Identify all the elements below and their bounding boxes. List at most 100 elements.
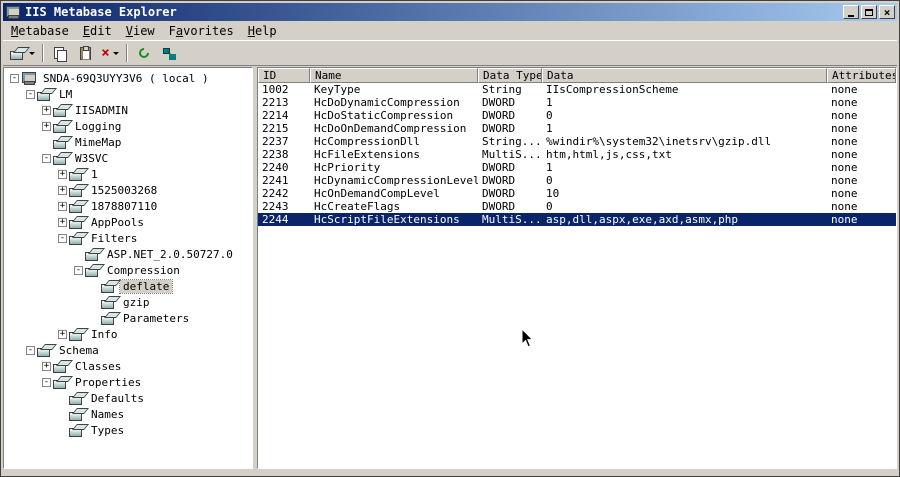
expander-box[interactable]: + xyxy=(58,201,67,211)
tree-item-label[interactable]: Classes xyxy=(72,360,124,373)
tree-item-mimemap[interactable]: MimeMap xyxy=(4,134,252,150)
expand-expander-icon[interactable]: + xyxy=(56,201,69,211)
collapse-expander-icon[interactable]: - xyxy=(40,153,53,163)
table-row-2214[interactable]: 2214 HcDoStaticCompression DWORD 0 none xyxy=(258,109,896,122)
expander-box[interactable]: + xyxy=(58,169,67,179)
table-row-2241[interactable]: 2241 HcDynamicCompressionLevel DWORD 0 none xyxy=(258,174,896,187)
expand-expander-icon[interactable]: + xyxy=(40,121,53,131)
tree-item-gzip[interactable]: gzip xyxy=(4,294,252,310)
expand-expander-icon[interactable]: + xyxy=(56,217,69,227)
expander-box[interactable]: + xyxy=(58,185,67,195)
tree-item-label[interactable]: 1525003268 xyxy=(88,184,160,197)
connections-button[interactable] xyxy=(157,42,181,64)
collapse-expander-icon[interactable]: - xyxy=(8,73,21,83)
title-bar[interactable]: IIS Metabase Explorer × xyxy=(3,3,897,21)
tree-item-info[interactable]: + Info xyxy=(4,326,252,342)
table-row-2242[interactable]: 2242 HcOnDemandCompLevel DWORD 10 none xyxy=(258,187,896,200)
collapse-expander-icon[interactable]: - xyxy=(40,377,53,387)
tree-item-defaults[interactable]: Defaults xyxy=(4,390,252,406)
expand-expander-icon[interactable]: + xyxy=(56,329,69,339)
expander-box[interactable]: + xyxy=(42,105,51,115)
tree-item-label[interactable]: Types xyxy=(88,424,127,437)
close-button[interactable]: × xyxy=(879,5,895,19)
column-header-id[interactable]: ID xyxy=(258,68,310,83)
expander-box[interactable]: + xyxy=(42,361,51,371)
collapse-expander-icon[interactable]: - xyxy=(72,265,85,275)
tree-item-label[interactable]: Properties xyxy=(72,376,144,389)
tree-item-classes[interactable]: + Classes xyxy=(4,358,252,374)
tree-item-filters[interactable]: - Filters xyxy=(4,230,252,246)
menu-item-help[interactable]: Help xyxy=(241,23,284,39)
minimize-button[interactable] xyxy=(843,5,859,19)
tree-item-label[interactable]: AppPools xyxy=(88,216,147,229)
collapse-expander-icon[interactable]: - xyxy=(24,89,37,99)
menu-item-favorites[interactable]: Favorites xyxy=(162,23,241,39)
table-row-2215[interactable]: 2215 HcDoOnDemandCompression DWORD 1 none xyxy=(258,122,896,135)
tree-item-label[interactable]: 1 xyxy=(88,168,101,181)
table-row-2243[interactable]: 2243 HcCreateFlags DWORD 0 none xyxy=(258,200,896,213)
tree-item-label[interactable]: Logging xyxy=(72,120,124,133)
column-header-data[interactable]: Data xyxy=(542,68,827,83)
maximize-button[interactable] xyxy=(861,5,877,19)
menu-item-metabase[interactable]: Metabase xyxy=(4,23,76,39)
tree-item-w3svc[interactable]: - W3SVC xyxy=(4,150,252,166)
tree-item-lm[interactable]: - LM xyxy=(4,86,252,102)
expander-box[interactable]: - xyxy=(74,265,83,275)
tree-item-parameters[interactable]: Parameters xyxy=(4,310,252,326)
tree-item-label[interactable]: Filters xyxy=(88,232,140,245)
tree-item-compression[interactable]: - Compression xyxy=(4,262,252,278)
expand-expander-icon[interactable]: + xyxy=(56,185,69,195)
column-header-data-type[interactable]: Data Type xyxy=(478,68,542,83)
copy-button[interactable] xyxy=(48,42,72,64)
tree-item-label[interactable]: deflate xyxy=(118,278,174,294)
expander-box[interactable]: + xyxy=(58,329,67,339)
tree-item-snda-69q3uyy3v6-local[interactable]: - SNDA-69Q3UYY3V6 ( local ) xyxy=(4,70,252,86)
tree-item-asp-net-2-0-50727-0[interactable]: ASP.NET_2.0.50727.0 xyxy=(4,246,252,262)
tree-item-1878807110[interactable]: +1878807110 xyxy=(4,198,252,214)
tree-item-label[interactable]: Parameters xyxy=(120,312,192,325)
expander-box[interactable]: - xyxy=(26,89,35,99)
expander-box[interactable]: - xyxy=(58,233,67,243)
tree-item-label[interactable]: Compression xyxy=(104,264,183,277)
metabase-tree-pane[interactable]: - SNDA-69Q3UYY3V6 ( local ) - LM + IISADMIN + L… xyxy=(3,67,253,469)
tree-item-1[interactable]: +1 xyxy=(4,166,252,182)
refresh-button[interactable] xyxy=(132,42,156,64)
tree-item-label[interactable]: MimeMap xyxy=(72,136,124,149)
table-row-2213[interactable]: 2213 HcDoDynamicCompression DWORD 1 none xyxy=(258,96,896,109)
tree-item-iisadmin[interactable]: + IISADMIN xyxy=(4,102,252,118)
tree-item-properties[interactable]: - Properties xyxy=(4,374,252,390)
expand-expander-icon[interactable]: + xyxy=(40,361,53,371)
tree-item-label[interactable]: gzip xyxy=(120,296,153,309)
collapse-expander-icon[interactable]: - xyxy=(24,345,37,355)
expander-box[interactable]: + xyxy=(58,217,67,227)
expander-box[interactable]: - xyxy=(42,153,51,163)
column-header-name[interactable]: Name xyxy=(310,68,478,83)
tree-item-label[interactable]: ASP.NET_2.0.50727.0 xyxy=(104,248,236,261)
tree-item-label[interactable]: Names xyxy=(88,408,127,421)
expander-box[interactable]: - xyxy=(26,345,35,355)
expand-expander-icon[interactable]: + xyxy=(40,105,53,115)
new-key-button[interactable] xyxy=(7,42,38,64)
table-row-2240[interactable]: 2240 HcPriority DWORD 1 none xyxy=(258,161,896,174)
properties-grid-pane[interactable]: ID Name Data Type Data Attributes 1002 KeyTyp… xyxy=(257,67,897,469)
expander-box[interactable]: + xyxy=(42,121,51,131)
table-row-2238[interactable]: 2238 HcFileExtensions MultiS... htm,html,js… xyxy=(258,148,896,161)
tree-item-label[interactable]: Info xyxy=(88,328,121,341)
table-row-2244[interactable]: 2244 HcScriptFileExtensions MultiS... asp,d… xyxy=(258,213,896,226)
table-row-1002[interactable]: 1002 KeyType String IIsCompressionScheme non… xyxy=(258,83,896,96)
delete-button[interactable] xyxy=(98,42,122,64)
tree-item-label[interactable]: LM xyxy=(56,88,75,101)
tree-item-label[interactable]: W3SVC xyxy=(72,152,111,165)
tree-item-types[interactable]: Types xyxy=(4,422,252,438)
tree-item-schema[interactable]: - Schema xyxy=(4,342,252,358)
table-row-2237[interactable]: 2237 HcCompressionDll String... %windir%\sy… xyxy=(258,135,896,148)
expander-box[interactable]: - xyxy=(42,377,51,387)
tree-item-deflate[interactable]: deflate xyxy=(4,278,252,294)
menu-item-edit[interactable]: Edit xyxy=(76,23,119,39)
tree-item-logging[interactable]: + Logging xyxy=(4,118,252,134)
tree-item-label[interactable]: 1878807110 xyxy=(88,200,160,213)
tree-item-1525003268[interactable]: +1525003268 xyxy=(4,182,252,198)
menu-item-view[interactable]: View xyxy=(119,23,162,39)
tree-item-label[interactable]: IISADMIN xyxy=(72,104,131,117)
tree-item-names[interactable]: Names xyxy=(4,406,252,422)
